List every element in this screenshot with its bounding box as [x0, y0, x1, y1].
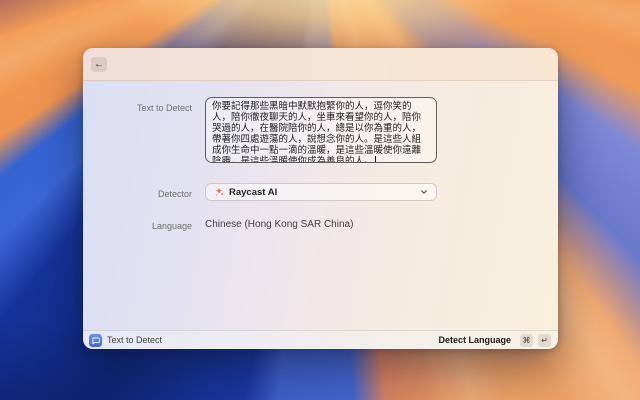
detector-label: Detector	[83, 189, 192, 199]
extension-icon	[89, 334, 102, 347]
detector-value: Raycast AI	[229, 187, 415, 198]
raycast-window: ← Text to Detect 你要記得那些黑暗中默默抱緊你的人，逗你笑的人，…	[83, 48, 558, 349]
form-area: Text to Detect 你要記得那些黑暗中默默抱緊你的人，逗你笑的人，陪你…	[83, 82, 558, 330]
window-header: ←	[83, 48, 558, 81]
language-value: Chinese (Hong Kong SAR China)	[205, 219, 353, 230]
detect-language-button[interactable]: Detect Language	[438, 335, 511, 345]
text-to-detect-value: 你要記得那些黑暗中默默抱緊你的人，逗你笑的人，陪你徹夜聊天的人，坐車來看望你的人…	[212, 101, 421, 163]
text-to-detect-label: Text to Detect	[83, 103, 192, 113]
command-title: Text to Detect	[107, 335, 433, 345]
return-key-icon: ↵	[538, 334, 551, 347]
back-button[interactable]: ←	[91, 57, 107, 72]
back-arrow-icon: ←	[94, 59, 104, 70]
action-bar: Text to Detect Detect Language ⌘ ↵	[83, 330, 558, 349]
detector-select[interactable]: Raycast AI	[205, 183, 437, 201]
command-key-icon: ⌘	[520, 334, 533, 347]
chat-bubble-icon	[91, 336, 100, 345]
chevron-down-icon	[420, 188, 428, 196]
text-to-detect-input[interactable]: 你要記得那些黑暗中默默抱緊你的人，逗你笑的人，陪你徹夜聊天的人，坐車來看望你的人…	[205, 97, 437, 163]
raycast-ai-icon	[214, 187, 224, 197]
text-cursor	[375, 156, 376, 163]
language-label: Language	[83, 221, 192, 231]
screen: ← Text to Detect 你要記得那些黑暗中默默抱緊你的人，逗你笑的人，…	[0, 0, 640, 400]
